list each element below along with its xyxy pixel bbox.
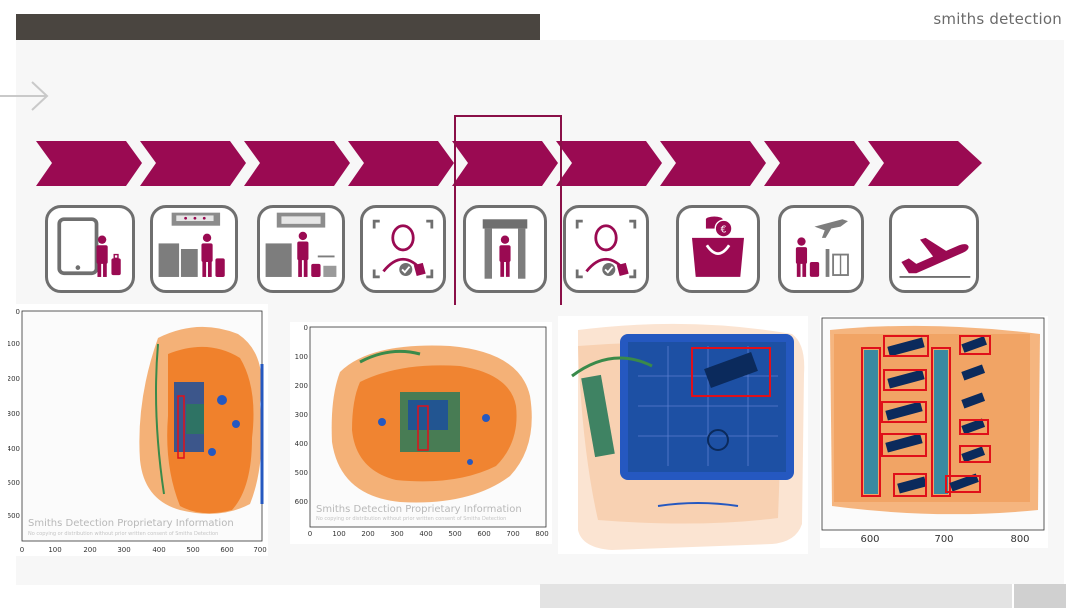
process-step-4 — [348, 141, 454, 186]
process-step-6 — [556, 141, 662, 186]
scan1-y-tick: 500 — [8, 479, 20, 487]
face-id-icon — [360, 205, 446, 293]
footer-bar — [540, 584, 1012, 608]
scan4-x-tick: 600 — [860, 534, 879, 545]
scan1-x-tick: 500 — [186, 546, 199, 554]
scan2-y-tick: 500 — [295, 469, 308, 477]
scan2-x-tick: 200 — [361, 530, 374, 538]
scan1-x-tick: 300 — [117, 546, 130, 554]
svg-text:€: € — [721, 224, 727, 235]
scan1-x-tick: 700 — [253, 546, 266, 554]
scan2-x-tick: 0 — [308, 530, 312, 538]
process-step-3 — [244, 141, 350, 186]
process-step-7 — [660, 141, 766, 186]
scan1-y-tick: 100 — [8, 340, 20, 348]
scan4-x-tick: 800 — [1010, 534, 1029, 545]
scan2-x-tick: 700 — [506, 530, 519, 538]
scan2-y-tick: 400 — [295, 440, 308, 448]
scan1-watermark-sub: No copying or distribution without prior… — [28, 531, 218, 537]
process-step-1 — [36, 141, 142, 186]
bag-drop-icon — [257, 205, 345, 293]
scan1-y-tick: 0 — [16, 308, 20, 316]
airplane-takeoff-icon — [889, 205, 979, 293]
scan1-y-tick: 300 — [8, 410, 20, 418]
scan1-y-tick: 400 — [8, 445, 20, 453]
scan2-y-tick: 300 — [295, 411, 308, 419]
scan1-y-tick: 600 — [8, 512, 20, 520]
scan2-x-tick: 600 — [477, 530, 490, 538]
process-step-2 — [140, 141, 246, 186]
scan2-x-tick: 400 — [419, 530, 432, 538]
scan1-x-tick: 600 — [220, 546, 233, 554]
xray-scan-1: 0 100 200 300 400 500 600 0 100 200 300 … — [8, 304, 268, 556]
scan2-x-tick: 500 — [448, 530, 461, 538]
process-step-8 — [764, 141, 870, 186]
metal-detector-icon — [463, 205, 547, 293]
page-number-box — [1012, 584, 1066, 608]
scan1-x-tick: 200 — [83, 546, 96, 554]
face-id-icon — [563, 205, 649, 293]
xray-scan-2: 0 100 200 300 400 500 600 0 100 200 300 … — [290, 322, 552, 544]
scan2-x-tick: 800 — [535, 530, 548, 538]
scan1-y-tick: 200 — [8, 375, 20, 383]
scan4-x-tick: 700 — [934, 534, 953, 545]
process-step-9 — [868, 141, 982, 186]
brand-logo: smiths detection — [933, 10, 1062, 28]
tablet-traveler-icon — [45, 205, 135, 293]
scan2-y-tick: 600 — [295, 498, 308, 506]
title-bar — [16, 14, 540, 40]
scan2-y-tick: 200 — [295, 382, 308, 390]
scan1-x-tick: 400 — [152, 546, 165, 554]
scan2-y-tick: 0 — [304, 324, 308, 332]
scan2-x-tick: 100 — [332, 530, 345, 538]
scan2-watermark: Smiths Detection Proprietary Information — [316, 504, 522, 515]
scan1-x-tick: 100 — [48, 546, 61, 554]
scan1-watermark: Smiths Detection Proprietary Information — [28, 518, 234, 529]
check-in-counter-icon — [150, 205, 238, 293]
xray-scan-3 — [558, 316, 808, 554]
shopping-bag-icon: € — [676, 205, 760, 293]
scan2-watermark-sub: No copying or distribution without prior… — [316, 516, 506, 522]
scan2-y-tick: 100 — [295, 353, 308, 361]
arrow-right-icon — [0, 81, 49, 111]
scan2-x-tick: 300 — [390, 530, 403, 538]
xray-scan-4: 600 700 800 — [820, 316, 1048, 548]
scan1-x-tick: 0 — [20, 546, 24, 554]
boarding-gate-icon — [778, 205, 864, 293]
